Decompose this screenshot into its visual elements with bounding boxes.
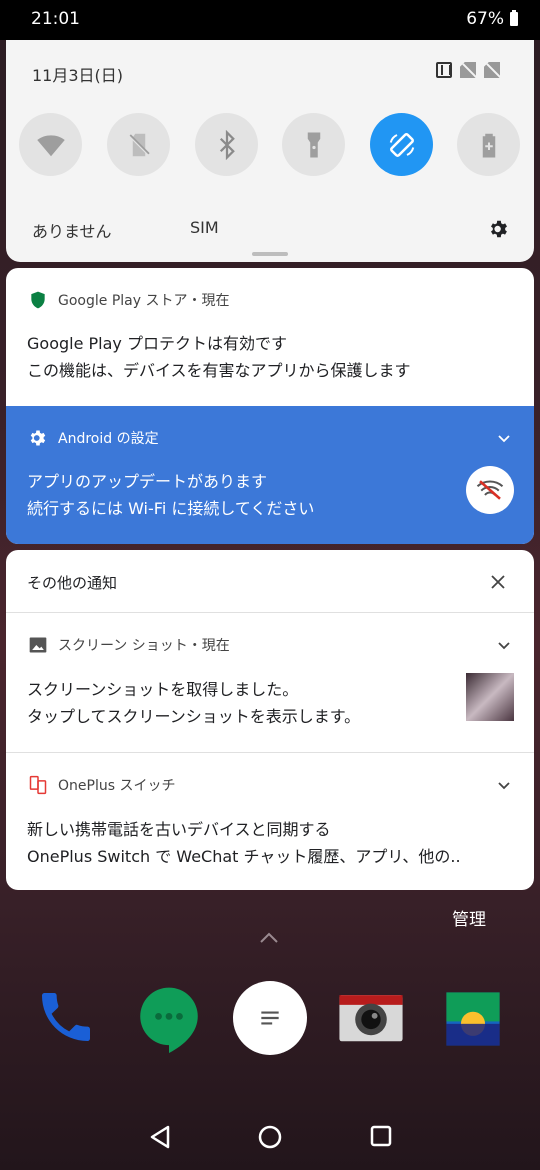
camera-app-icon[interactable]	[337, 990, 405, 1044]
bluetooth-tile[interactable]	[195, 113, 258, 176]
notification-header: スクリーン ショット・現在	[28, 635, 230, 655]
notification-google-play[interactable]: Google Play ストア・現在 Google Play プロテクトは有効で…	[6, 268, 534, 406]
notification-header: Android の設定	[28, 428, 159, 448]
notification-app-name: スクリーン ショット・現在	[58, 638, 230, 654]
chevron-down-icon[interactable]	[498, 435, 510, 443]
auto-rotate-tile[interactable]	[370, 113, 433, 176]
nfc-icon	[436, 62, 452, 78]
qs-system-icons	[436, 62, 500, 78]
chevron-down-icon[interactable]	[498, 642, 510, 650]
notification-text: この機能は、デバイスを有害なアプリから保護します	[27, 361, 411, 380]
wifi-off-icon	[476, 480, 504, 500]
notification-text: 続行するには Wi-Fi に接続してください	[27, 499, 315, 518]
notification-title: アプリのアップデートがあります	[27, 472, 268, 491]
notification-title: スクリーンショットを取得しました。	[27, 680, 299, 699]
wifi-tile[interactable]	[19, 113, 82, 176]
image-icon	[29, 637, 47, 653]
sim-tile[interactable]	[107, 113, 170, 176]
menu-lines-icon	[261, 1011, 279, 1025]
notification-app-name: Google Play ストア・現在	[58, 293, 230, 309]
qs-date[interactable]: 11月3日(日)	[32, 62, 123, 86]
notification-header: Google Play ストア・現在	[28, 290, 229, 310]
notification-group-other: その他の通知 スクリーン ショット・現在 スクリーンショットを取得しました。 タ…	[6, 550, 534, 890]
notification-text: OnePlus Switch で WeChat チャット履歴、アプリ、他の..	[27, 847, 461, 866]
wifi-off-badge	[466, 466, 514, 514]
sim-off-icon	[460, 62, 476, 78]
sim-off-icon	[127, 133, 150, 156]
home-button[interactable]	[257, 1124, 283, 1150]
status-bar: 21:01 67%	[0, 0, 540, 40]
battery-percent: 67%	[466, 9, 504, 29]
flashlight-tile[interactable]	[282, 113, 345, 176]
gallery-app-icon[interactable]	[443, 990, 503, 1048]
notification-header: OnePlus スイッチ	[28, 775, 175, 795]
notification-title: 新しい携帯電話を古いデバイスと同期する	[27, 820, 331, 839]
app-drawer-button[interactable]	[233, 981, 307, 1055]
settings-gear-icon[interactable]	[488, 218, 510, 240]
wifi-icon	[36, 134, 65, 156]
notification-app-name: OnePlus スイッチ	[58, 778, 176, 794]
hangouts-app-icon[interactable]	[137, 985, 201, 1053]
notification-screenshot[interactable]: スクリーン ショット・現在 スクリーンショットを取得しました。 タップしてスクリ…	[6, 613, 534, 751]
notification-text: タップしてスクリーンショットを表示します。	[27, 707, 361, 726]
notification-app-name: Android の設定	[58, 431, 159, 447]
quick-settings-panel: 11月3日(日) ありません SIM	[6, 40, 534, 262]
back-button[interactable]	[148, 1124, 172, 1150]
sim-tile-label: SIM	[190, 218, 219, 237]
battery-icon	[510, 10, 518, 26]
notification-android-settings[interactable]: Android の設定 アプリのアップデートがあります 続行するには Wi-Fi…	[6, 406, 534, 544]
battery-saver-tile[interactable]	[457, 113, 520, 176]
settings-gear-icon	[30, 430, 46, 446]
recents-button[interactable]	[369, 1124, 393, 1148]
chevron-down-icon[interactable]	[498, 782, 510, 790]
oneplus-switch-icon	[29, 775, 47, 795]
screenshot-thumbnail[interactable]	[466, 673, 514, 721]
section-title: その他の通知	[27, 574, 118, 592]
phone-app-icon[interactable]	[34, 985, 98, 1049]
battery-saver-icon	[482, 133, 495, 157]
play-protect-shield-icon	[31, 291, 45, 309]
flashlight-icon	[307, 132, 320, 157]
auto-rotate-icon	[389, 132, 414, 157]
sim-off-icon	[484, 62, 500, 78]
qs-drag-handle[interactable]	[252, 252, 288, 256]
status-time: 21:01	[31, 9, 80, 29]
wifi-tile-label: ありません	[32, 222, 112, 241]
close-icon[interactable]	[491, 575, 505, 589]
notification-oneplus-switch[interactable]: OnePlus スイッチ 新しい携帯電話を古いデバイスと同期する OnePlus…	[6, 753, 534, 890]
chevron-up-icon[interactable]	[259, 932, 279, 944]
bluetooth-icon	[219, 129, 235, 160]
manage-notifications-button[interactable]: 管理	[452, 905, 486, 930]
notification-title: Google Play プロテクトは有効です	[27, 334, 287, 353]
